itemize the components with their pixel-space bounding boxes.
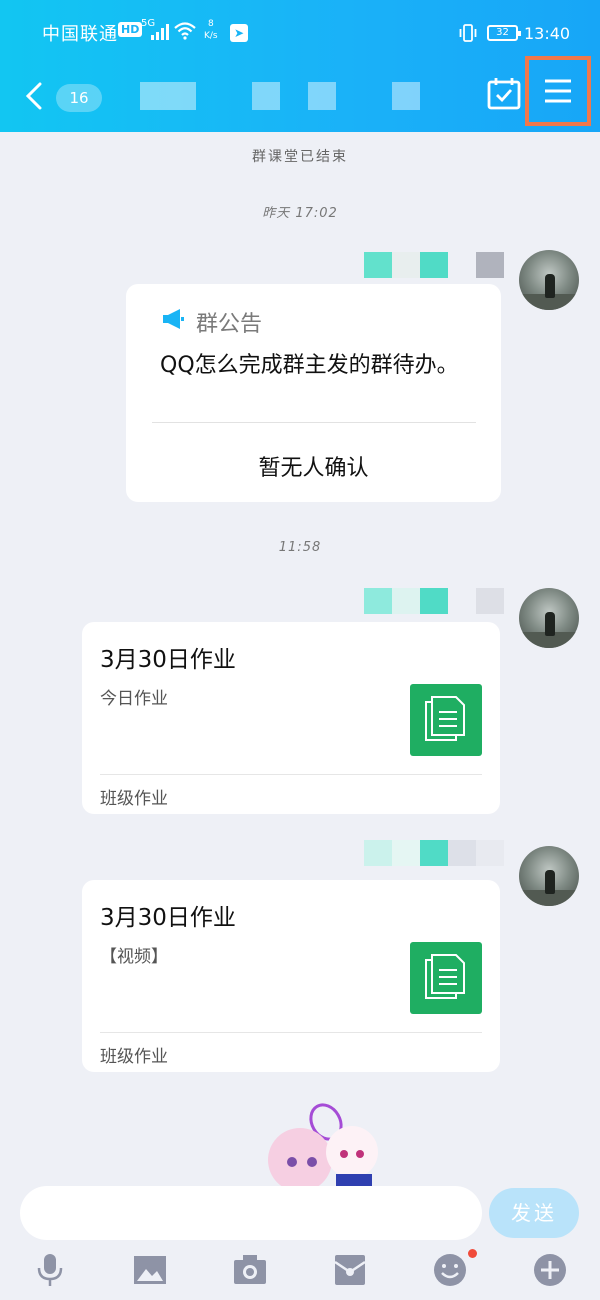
chat-navbar: 16: [0, 56, 600, 132]
homework-footer: 班级作业: [100, 1047, 168, 1067]
clock: 13:40: [524, 24, 571, 43]
divider: [152, 422, 476, 423]
homework-subtitle: 【视频】: [100, 947, 168, 967]
avatar-figure: [545, 612, 555, 636]
divider: [100, 774, 482, 775]
sender-name-blurred: [364, 588, 504, 614]
group-title-blurred: [252, 82, 280, 110]
group-title-blurred: [308, 82, 336, 110]
sender-name-blurred: [364, 252, 504, 278]
announcement-card[interactable]: 群公告 QQ怎么完成群主发的群待办。 暂无人确认: [126, 284, 501, 502]
group-title-blurred: [140, 82, 196, 110]
calendar-check-icon[interactable]: [486, 76, 522, 112]
sender-name-blurred: [364, 840, 504, 866]
status-bar: 中国联通 HD 5G 8 K/s ➤ 32 13:40: [0, 0, 600, 64]
speed-value: 8: [207, 19, 214, 29]
homework-card[interactable]: 3月30日作业 今日作业 班级作业: [82, 622, 500, 814]
vibrate-icon: [459, 24, 477, 42]
network-speed: 8 K/s: [204, 18, 218, 42]
input-toolbar: [0, 1244, 600, 1300]
homework-footer: 班级作业: [100, 789, 168, 809]
document-icon: [410, 942, 482, 1014]
avatar-figure: [545, 870, 555, 894]
microphone-icon[interactable]: [32, 1252, 68, 1288]
avatar-figure: [545, 274, 555, 298]
speed-unit: K/s: [204, 31, 218, 41]
send-button[interactable]: 发送: [489, 1188, 579, 1238]
divider: [100, 1032, 482, 1033]
battery-icon: 32: [487, 25, 521, 41]
timestamp: 11:58: [278, 540, 322, 555]
header-bar: 中国联通 HD 5G 8 K/s ➤ 32 13:40 16: [0, 0, 600, 132]
avatar[interactable]: [519, 846, 579, 906]
timestamp: 昨天 17:02: [262, 206, 338, 221]
plus-icon[interactable]: [532, 1252, 568, 1288]
red-packet-icon[interactable]: [332, 1252, 368, 1288]
carrier-name: 中国联通: [42, 24, 118, 45]
hd-badge: HD: [118, 22, 143, 37]
homework-title: 3月30日作业: [100, 905, 236, 931]
confirm-status[interactable]: 暂无人确认: [126, 450, 501, 482]
megaphone-icon: [163, 309, 184, 329]
announcement-body: QQ怎么完成群主发的群待办。: [160, 353, 459, 378]
homework-card[interactable]: 3月30日作业 【视频】 班级作业: [82, 880, 500, 1072]
menu-button[interactable]: [525, 56, 591, 126]
image-icon[interactable]: [132, 1252, 168, 1288]
unread-count-badge: 16: [56, 84, 102, 112]
emoji-icon[interactable]: [432, 1252, 468, 1288]
announcement-label: 群公告: [196, 312, 263, 337]
homework-title: 3月30日作业: [100, 647, 236, 673]
homework-subtitle: 今日作业: [100, 689, 168, 709]
message-input[interactable]: [20, 1186, 482, 1240]
back-button[interactable]: 16: [18, 76, 102, 116]
wifi-icon: [174, 22, 196, 40]
anime-sticker-image: [268, 1103, 378, 1186]
group-title-blurred: [392, 82, 420, 110]
avatar[interactable]: [519, 588, 579, 648]
signal-icon: [151, 24, 169, 40]
document-icon: [410, 684, 482, 756]
camera-icon[interactable]: [232, 1252, 268, 1288]
hamburger-menu-icon: [545, 79, 571, 103]
system-notice: 群课堂已结束: [252, 149, 348, 165]
avatar[interactable]: [519, 250, 579, 310]
notification-dot: [468, 1249, 477, 1258]
chevron-left-icon: [25, 82, 42, 110]
app-notification-icon: ➤: [230, 24, 248, 42]
